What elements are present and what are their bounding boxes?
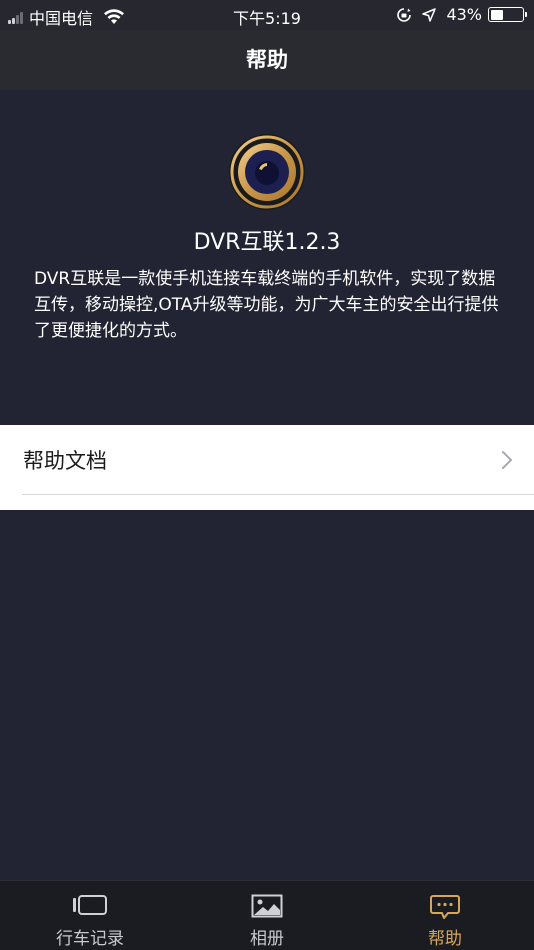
tab-bar: 行车记录 相册 帮助 bbox=[0, 880, 534, 950]
status-right: 43% bbox=[396, 5, 527, 24]
help-document-label: 帮助文档 bbox=[23, 449, 107, 473]
help-list: 帮助文档 bbox=[0, 425, 534, 510]
tab-driving-record-label: 行车记录 bbox=[56, 929, 124, 949]
page-title: 帮助 bbox=[246, 48, 288, 72]
divider bbox=[22, 494, 534, 495]
chevron-right-icon bbox=[502, 451, 512, 469]
album-icon bbox=[251, 894, 283, 918]
help-document-item[interactable]: 帮助文档 bbox=[0, 425, 534, 495]
driving-record-icon bbox=[73, 895, 107, 915]
tab-album-label: 相册 bbox=[250, 929, 284, 949]
empty-content-area bbox=[0, 510, 534, 880]
help-screen: 中国电信 下午5:19 43% 帮助 DVR互联1.2.3 DVR互联是一款使手… bbox=[0, 0, 534, 950]
about-section: DVR互联1.2.3 DVR互联是一款使手机连接车载终端的手机软件，实现了数据互… bbox=[0, 90, 534, 425]
status-bar: 中国电信 下午5:19 43% bbox=[0, 0, 534, 30]
tab-driving-record[interactable]: 行车记录 bbox=[40, 881, 140, 950]
camera-eye-icon bbox=[229, 134, 305, 210]
app-name: DVR互联1.2.3 bbox=[193, 230, 341, 255]
chat-help-icon bbox=[430, 895, 460, 919]
battery-percent: 43% bbox=[446, 5, 482, 24]
battery-fill bbox=[490, 9, 504, 20]
battery-icon bbox=[488, 7, 527, 22]
location-arrow-icon bbox=[422, 7, 437, 22]
tab-help[interactable]: 帮助 bbox=[395, 881, 495, 950]
orientation-lock-icon bbox=[397, 7, 412, 22]
app-description: DVR互联是一款使手机连接车载终端的手机软件，实现了数据互传，移动操控,OTA升… bbox=[34, 269, 499, 341]
tab-album[interactable]: 相册 bbox=[217, 881, 317, 950]
tab-help-label: 帮助 bbox=[428, 929, 462, 949]
nav-bar: 帮助 bbox=[0, 30, 534, 90]
